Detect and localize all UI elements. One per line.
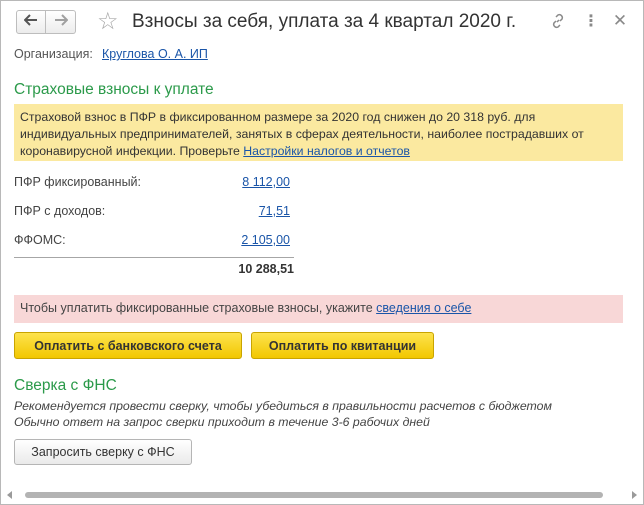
payment-label: ПФР с доходов: [14,204,106,218]
scroll-left-icon[interactable] [7,491,12,499]
fns-hint-1: Рекомендуется провести сверку, чтобы убе… [14,399,552,413]
close-icon[interactable]: ✕ [610,11,630,31]
personal-info-link[interactable]: сведения о себе [376,301,471,315]
payment-label: ФФОМС: [14,233,66,247]
organization-label: Организация: [14,47,93,61]
insurance-section-title: Страховые взносы к уплате [14,81,214,98]
info-text-line1: Страховой взнос в ПФР в фиксированном ра… [20,110,536,124]
info-text-line2: индивидуальных предпринимателей, занятых… [20,127,584,141]
payment-row-pfr-fixed: ПФР фиксированный: 8 112,00 [14,175,294,193]
fns-section-title: Сверка с ФНС [14,377,117,394]
total-amount: 10 288,51 [238,262,294,276]
payment-label: ПФР фиксированный: [14,175,142,189]
arrow-right-icon [54,13,68,31]
warning-notice: Чтобы уплатить фиксированные страховые в… [14,295,623,323]
arrow-left-icon [23,13,38,31]
horizontal-scrollbar[interactable] [1,489,643,503]
tax-settings-link[interactable]: Настройки налогов и отчетов [243,144,410,158]
organization-link[interactable]: Круглова О. А. ИП [102,47,208,61]
payment-row-ffoms: ФФОМС: 2 105,00 [14,233,294,251]
title-bar: ☆ Взносы за себя, уплата за 4 квартал 20… [1,1,643,43]
scroll-right-icon[interactable] [632,491,637,499]
back-button[interactable] [16,10,46,34]
info-notice: Страховой взнос в ПФР в фиксированном ра… [14,104,623,161]
payment-amount-link[interactable]: 8 112,00 [242,175,290,189]
link-icon[interactable] [548,11,568,31]
scroll-thumb[interactable] [25,492,603,498]
request-fns-reconciliation-button[interactable]: Запросить сверку с ФНС [14,439,192,465]
info-text-line3: коронавирусной инфекции. Проверьте [20,144,244,158]
pay-by-receipt-button[interactable]: Оплатить по квитанции [251,332,434,359]
document-window: ☆ Взносы за себя, уплата за 4 квартал 20… [0,0,644,505]
pay-from-bank-button[interactable]: Оплатить с банковского счета [14,332,242,359]
payment-amount-link[interactable]: 71,51 [259,204,290,218]
star-icon[interactable]: ☆ [97,8,119,36]
forward-button[interactable] [46,10,76,34]
more-vertical-icon[interactable]: ⋮ [581,11,601,31]
organization-row: Организация: Круглова О. А. ИП [14,47,208,61]
page-title: Взносы за себя, уплата за 4 квартал 2020… [132,11,517,32]
total-divider [14,257,294,258]
fns-hint-2: Обычно ответ на запрос сверки приходит в… [14,415,430,429]
warning-text: Чтобы уплатить фиксированные страховые в… [20,301,377,315]
payment-row-pfr-income: ПФР с доходов: 71,51 [14,204,294,222]
payment-amount-link[interactable]: 2 105,00 [241,233,290,247]
